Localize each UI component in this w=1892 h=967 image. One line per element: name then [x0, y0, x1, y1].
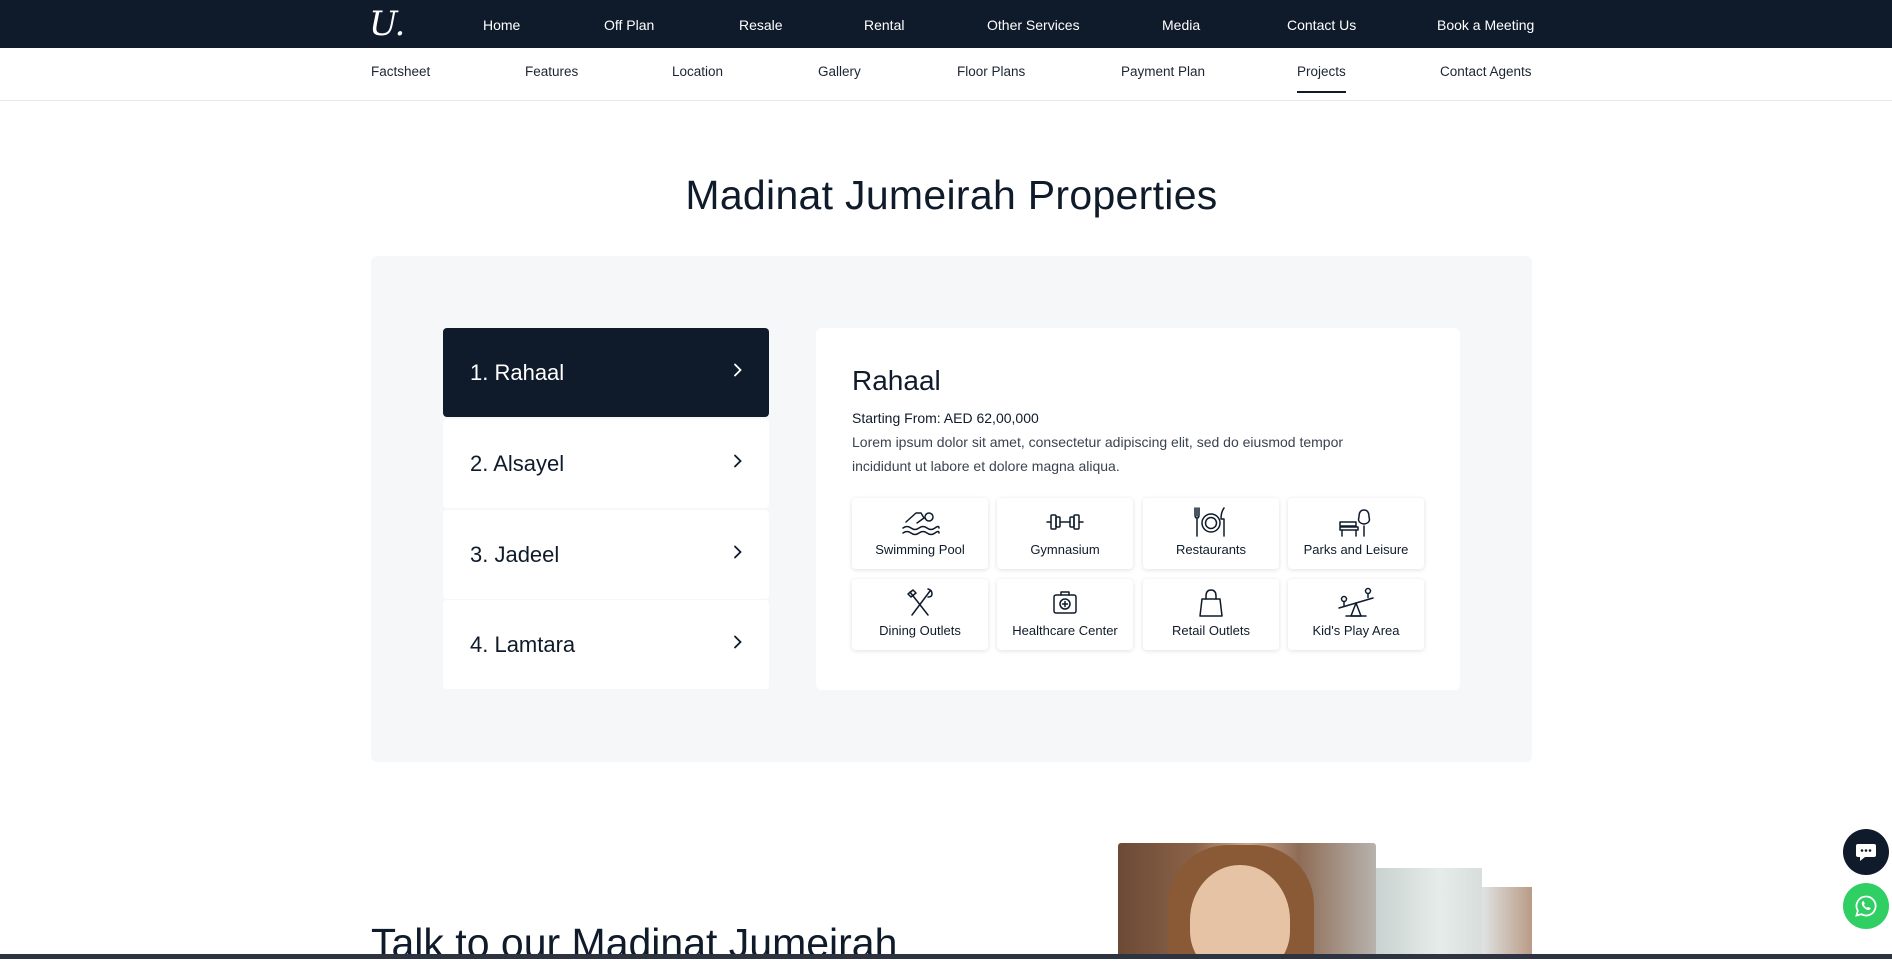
seesaw-icon — [1288, 587, 1424, 621]
agent-photo — [1118, 843, 1376, 959]
nav-rental[interactable]: Rental — [864, 0, 904, 48]
nav-home[interactable]: Home — [483, 0, 520, 48]
shopping-bag-icon — [1143, 587, 1279, 621]
amenity-label: Parks and Leisure — [1303, 542, 1409, 557]
project-price: Starting From: AED 62,00,000 — [852, 410, 1039, 426]
agent-photo-secondary — [1376, 868, 1482, 959]
chevron-right-icon — [733, 419, 743, 508]
chevron-right-icon — [733, 510, 743, 599]
amenity-healthcare-center: Healthcare Center — [997, 579, 1133, 650]
subnav-factsheet[interactable]: Factsheet — [371, 48, 430, 100]
subnav-floor-plans[interactable]: Floor Plans — [957, 48, 1025, 100]
chat-button[interactable] — [1843, 829, 1889, 875]
talk-heading: Talk to our Madinat Jumeirah — [371, 920, 898, 966]
logo[interactable]: U. — [369, 4, 405, 44]
amenity-label: Healthcare Center — [1012, 623, 1118, 638]
project-label: 1. Rahaal — [470, 360, 565, 385]
nav-media[interactable]: Media — [1162, 0, 1200, 48]
park-bench-icon — [1288, 506, 1424, 540]
project-item-rahaal[interactable]: 1. Rahaal — [443, 328, 769, 417]
amenity-parks-leisure: Parks and Leisure — [1288, 498, 1424, 569]
whatsapp-icon — [1855, 895, 1877, 917]
chevron-right-icon — [733, 600, 743, 689]
chat-bubble-icon — [1856, 844, 1876, 861]
amenity-gymnasium: Gymnasium — [997, 498, 1133, 569]
nav-other-services[interactable]: Other Services — [987, 0, 1080, 48]
browser-bottom-strip — [0, 954, 1892, 959]
swimming-pool-icon — [852, 506, 988, 540]
project-label: 2. Alsayel — [470, 451, 565, 476]
agent-photo-tertiary — [1482, 887, 1532, 959]
subnav-location[interactable]: Location — [672, 48, 723, 100]
amenity-label: Swimming Pool — [875, 542, 965, 557]
dumbbell-icon — [997, 506, 1133, 540]
amenity-kids-play-area: Kid's Play Area — [1288, 579, 1424, 650]
amenity-label: Dining Outlets — [879, 623, 961, 638]
section-subnav: Factsheet Features Location Gallery Floo… — [0, 48, 1892, 101]
fork-knife-icon — [852, 587, 988, 621]
subnav-contact-agents[interactable]: Contact Agents — [1440, 48, 1532, 100]
project-description: Lorem ipsum dolor sit amet, consectetur … — [852, 434, 1344, 474]
amenity-label: Gymnasium — [1030, 542, 1100, 557]
nav-contact-us[interactable]: Contact Us — [1287, 0, 1356, 48]
nav-off-plan[interactable]: Off Plan — [604, 0, 654, 48]
subnav-gallery[interactable]: Gallery — [818, 48, 861, 100]
project-detail-card: Rahaal Starting From: AED 62,00,000 Lore… — [816, 328, 1460, 690]
project-label: 3. Jadeel — [470, 542, 560, 567]
subnav-projects[interactable]: Projects — [1297, 48, 1346, 100]
project-title: Rahaal — [852, 365, 941, 396]
nav-book-meeting[interactable]: Book a Meeting — [1437, 0, 1534, 48]
project-item-jadeel[interactable]: 3. Jadeel — [443, 510, 769, 599]
project-label: 4. Lamtara — [470, 632, 576, 657]
amenity-restaurants: Restaurants — [1143, 498, 1279, 569]
nav-resale[interactable]: Resale — [739, 0, 783, 48]
medical-kit-icon — [997, 587, 1133, 621]
amenity-dining-outlets: Dining Outlets — [852, 579, 988, 650]
whatsapp-button[interactable] — [1843, 883, 1889, 929]
page-title: Madinat Jumeirah Properties — [685, 172, 1218, 218]
plate-cutlery-icon — [1143, 506, 1279, 540]
top-navbar: U. Home Off Plan Resale Rental Other Ser… — [0, 0, 1892, 48]
subnav-features[interactable]: Features — [525, 48, 578, 100]
amenity-swimming-pool: Swimming Pool — [852, 498, 988, 569]
amenity-label: Retail Outlets — [1171, 623, 1251, 638]
amenity-label: Restaurants — [1175, 542, 1247, 557]
amenity-label: Kid's Play Area — [1312, 623, 1400, 638]
amenity-retail-outlets: Retail Outlets — [1143, 579, 1279, 650]
chevron-right-icon — [733, 328, 743, 417]
project-item-lamtara[interactable]: 4. Lamtara — [443, 600, 769, 689]
subnav-payment-plan[interactable]: Payment Plan — [1121, 48, 1205, 100]
project-item-alsayel[interactable]: 2. Alsayel — [443, 419, 769, 508]
